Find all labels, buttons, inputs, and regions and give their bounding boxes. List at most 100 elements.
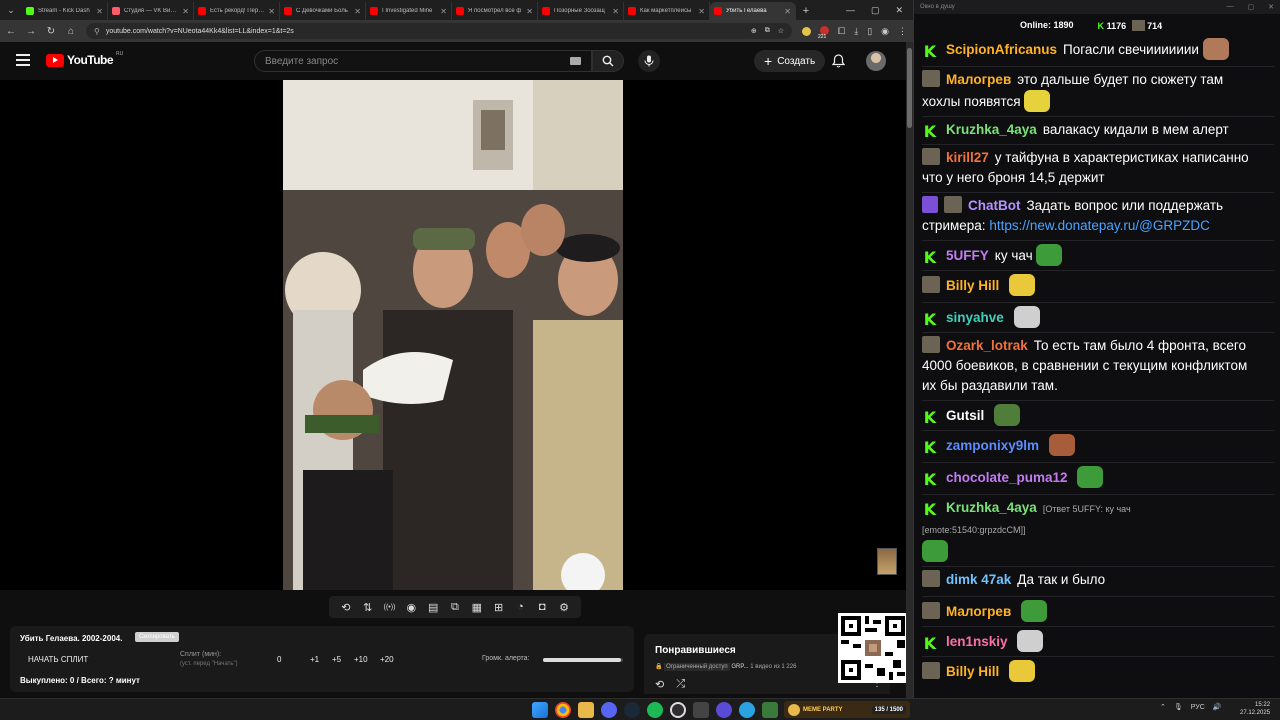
browser-tab[interactable]: Я посмотрел все ф ✕ — [452, 2, 538, 20]
chat-close-icon[interactable]: ✕ — [1268, 3, 1274, 11]
clock[interactable]: 15:22 27.12.2025 — [1240, 701, 1270, 717]
telegram-icon[interactable] — [739, 702, 755, 718]
tab-close-icon[interactable]: ✕ — [526, 7, 533, 16]
extension-icon[interactable] — [802, 26, 811, 36]
browser-tab[interactable]: Как маркетплейсы ✕ — [624, 2, 710, 20]
shuffle-icon[interactable]: ⤮ — [676, 678, 685, 691]
add-10-button[interactable]: +10 — [354, 655, 368, 664]
share-icon[interactable]: ⧉ — [765, 27, 770, 35]
avatar[interactable] — [866, 51, 886, 71]
chat-message[interactable]: Klen1nskiy — [922, 630, 1262, 653]
chat-message[interactable]: Kzamponixy9lm — [922, 434, 1262, 457]
chat-minimize-icon[interactable]: — — [1227, 3, 1234, 11]
new-tab-button[interactable]: + — [796, 2, 816, 20]
tab-close-icon[interactable]: ✕ — [784, 7, 791, 16]
playlist-title[interactable]: Понравившиеся — [655, 645, 736, 656]
tab-close-icon[interactable]: ✕ — [440, 7, 447, 16]
page-scrollbar[interactable] — [906, 42, 913, 698]
maximize-icon[interactable]: ▢ — [871, 5, 880, 16]
chat-maximize-icon[interactable]: ▢ — [1248, 3, 1255, 11]
chat-username[interactable]: Billy Hill — [946, 664, 999, 679]
close-icon[interactable]: ✕ — [895, 5, 903, 16]
loop-icon[interactable]: ⟲ — [338, 601, 354, 614]
mini-thumbnail[interactable] — [877, 548, 897, 575]
chat-message[interactable]: Малогрев — [922, 600, 1262, 622]
extensions-puzzle-icon[interactable]: ⧠ — [838, 26, 845, 37]
copy-tag-button[interactable]: Скопировать — [135, 632, 179, 642]
loop-playlist-icon[interactable]: ⟲ — [655, 678, 664, 691]
browser-tab[interactable]: Студия — VK Видео ✕ — [108, 2, 194, 20]
sidebar-icon[interactable]: ▯ — [867, 26, 872, 37]
pip-icon[interactable]: ⧉ — [447, 601, 463, 614]
chat-username[interactable]: ChatBot — [968, 198, 1021, 213]
download-icon[interactable]: ⤓ — [854, 26, 858, 37]
alert-volume-slider[interactable] — [543, 658, 623, 662]
tray-arrow-icon[interactable]: ⌃ — [1160, 703, 1166, 711]
split-minutes-value[interactable]: 0 — [277, 655, 281, 664]
settings-icon[interactable]: ⚙ — [556, 601, 572, 614]
chat-message[interactable]: Малогрев это дальше будет по сюжету там х… — [922, 70, 1262, 112]
chat-username[interactable]: chocolate_puma12 — [946, 470, 1068, 485]
chat-username[interactable]: Kruzhka_4aya — [946, 122, 1037, 137]
add-1-button[interactable]: +1 — [310, 655, 319, 664]
chat-username[interactable]: sinyahve — [946, 310, 1004, 325]
microphone-tray-icon[interactable]: 🎙 — [1174, 703, 1183, 711]
file-explorer-icon[interactable] — [578, 702, 594, 718]
create-button[interactable]: + Создать — [754, 50, 826, 72]
extension-badge-icon[interactable]: 221 — [818, 25, 829, 40]
chat-message[interactable]: Kchocolate_puma12 — [922, 466, 1262, 489]
chat-username[interactable]: ScipionAfricanus — [946, 42, 1057, 57]
chat-message[interactable]: ChatBot Задать вопрос или поддержать стри… — [922, 196, 1262, 236]
chat-username[interactable]: Billy Hill — [946, 278, 999, 293]
language-indicator[interactable]: РУС — [1191, 704, 1205, 711]
tab-close-icon[interactable]: ✕ — [182, 7, 189, 16]
chat-message[interactable]: Billy Hill — [922, 274, 1262, 296]
tab-close-icon[interactable]: ✕ — [96, 7, 103, 16]
browser-tab[interactable]: I Investigated Mine ✕ — [366, 2, 452, 20]
tab-close-icon[interactable]: ✕ — [698, 7, 705, 16]
browser-tab[interactable]: Позорные Зоозащ ✕ — [538, 2, 624, 20]
youtube-logo[interactable]: YouTube RU — [46, 51, 123, 67]
chat-message[interactable]: Ozark_lotrak То есть там было 4 фронта, в… — [922, 336, 1262, 396]
browser-tab[interactable]: Есть рекорд! Перев ✕ — [194, 2, 280, 20]
start-split-button[interactable]: НАЧАТЬ СПЛИТ — [28, 655, 88, 664]
chat-username[interactable]: dimk 47ak — [946, 572, 1011, 587]
back-icon[interactable]: ← — [6, 26, 16, 37]
browser-tab[interactable]: С Девочками Боль ✕ — [280, 2, 366, 20]
home-icon[interactable]: ⌂ — [66, 26, 76, 37]
tool-icon[interactable] — [762, 702, 778, 718]
meme-party-widget[interactable]: MEME PARTY 135 / 1500 — [784, 701, 910, 718]
url-bar[interactable]: ⚲ youtube.com/watch?v=NUeota44Kk4&list=L… — [86, 23, 792, 39]
camera-icon[interactable]: ◘ — [534, 601, 550, 613]
chat-message[interactable]: Billy Hill — [922, 660, 1262, 682]
playlist-owner[interactable]: GRP... — [731, 664, 748, 670]
discord-icon[interactable] — [601, 702, 617, 718]
speed-icon[interactable]: ◔ — [512, 601, 528, 613]
chat-message[interactable]: Ksinyahve — [922, 306, 1262, 329]
media-player-icon[interactable] — [716, 702, 732, 718]
app-icon[interactable] — [693, 702, 709, 718]
chat-message[interactable]: dimk 47ak Да так и было — [922, 570, 1262, 590]
forward-icon[interactable]: → — [26, 26, 36, 37]
chat-username[interactable]: Kruzhka_4aya — [946, 500, 1037, 515]
chat-username[interactable]: zamponixy9lm — [946, 438, 1039, 453]
obs-icon[interactable] — [670, 702, 686, 718]
eye-icon[interactable]: ◉ — [403, 601, 419, 614]
minimize-icon[interactable]: — — [846, 5, 855, 15]
chrome-icon[interactable] — [555, 702, 571, 718]
steam-icon[interactable] — [624, 702, 640, 718]
notifications-bell-icon[interactable] — [831, 54, 846, 73]
add-20-button[interactable]: +20 — [380, 655, 394, 664]
chat-username[interactable]: len1nskiy — [946, 634, 1008, 649]
add-frame-icon[interactable]: ⊞ — [491, 601, 507, 614]
site-info-icon[interactable]: ⚲ — [94, 27, 100, 36]
spotify-icon[interactable] — [647, 702, 663, 718]
volume-icon[interactable]: 🔊 — [1213, 703, 1222, 711]
sort-icon[interactable]: ⇅ — [360, 601, 376, 614]
chat-message[interactable]: kirill27 у тайфуна в характеристиках напи… — [922, 148, 1262, 188]
chat-message[interactable]: K 5UFFY ку чач — [922, 244, 1262, 267]
chat-username[interactable]: Gutsil — [946, 408, 984, 423]
search-button[interactable] — [592, 50, 624, 72]
tab-close-icon[interactable]: ✕ — [268, 7, 275, 16]
bookmark-star-icon[interactable]: ☆ — [778, 27, 784, 35]
